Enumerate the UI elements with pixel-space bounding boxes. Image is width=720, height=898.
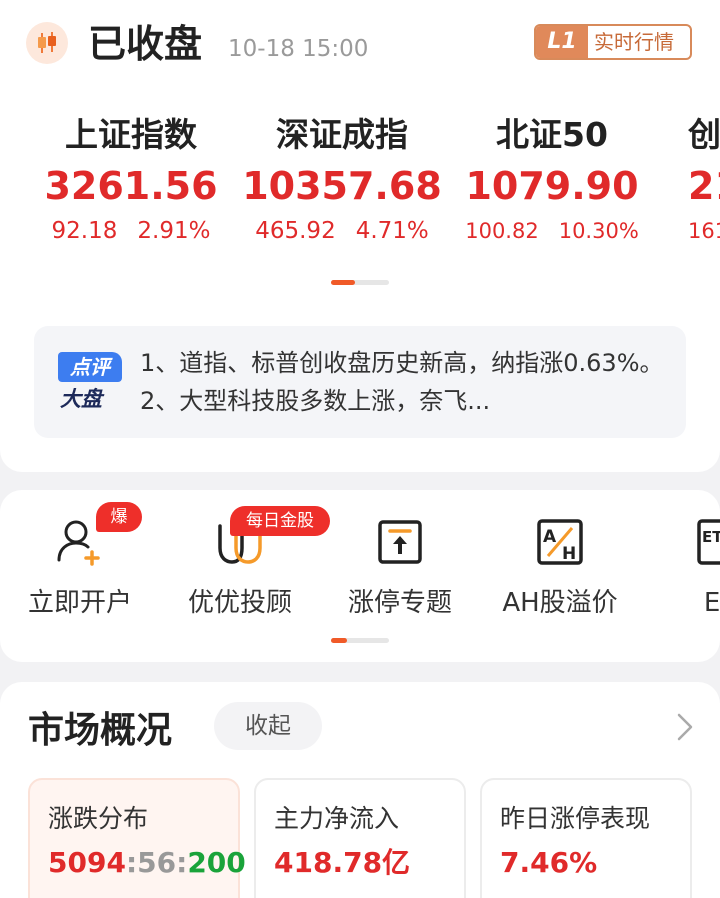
index-card-shanghai[interactable]: 上证指数 3261.56 92.18 2.91%: [26, 112, 236, 246]
main-inflow-value: 418.78亿: [274, 846, 411, 879]
limit-up-performance-value: 7.46%: [500, 846, 598, 879]
shortcut-open-account[interactable]: 爆 立即开户: [0, 490, 160, 662]
shortcut-label: AH股溢价: [502, 588, 618, 618]
stat-title: 主力净流入: [274, 804, 400, 833]
index-pager: [331, 280, 389, 285]
ah-premium-icon: A H: [534, 516, 586, 568]
svg-text:A: A: [543, 527, 557, 547]
comment-text: 1、道指、标普创收盘历史新高，纳指涨0.63%。2、大型科技股多数上涨，奈飞..…: [140, 349, 664, 415]
stat-main-inflow[interactable]: 主力净流入 418.78亿: [254, 778, 466, 898]
daily-stock-tag: 每日金股: [230, 506, 330, 536]
shortcut-label: 立即开户: [27, 588, 132, 618]
stat-limit-up-performance[interactable]: 昨日涨停表现 7.46%: [480, 778, 692, 898]
index-card-shenzhen[interactable]: 深证成指 10357.68 465.92 4.71%: [237, 112, 447, 246]
market-overview-card: 市场概况 收起 涨跌分布 5094:56:200 主力净流入 418.78亿 昨…: [0, 682, 720, 898]
market-overview-title: 市场概况: [28, 710, 173, 751]
header: 已收盘 10-18 15:00 L1 实时行情: [0, 0, 720, 92]
shortcut-label: ET: [703, 588, 720, 618]
shortcut-label: 涨停专题: [347, 588, 452, 618]
index-name: 创: [688, 115, 720, 154]
index-change: 161: [688, 219, 720, 243]
index-card-bse50[interactable]: 北证50 1079.90 100.82 10.30%: [447, 112, 657, 246]
index-card-chinext[interactable]: 创 21 161: [658, 112, 720, 246]
index-price: 10357.68: [242, 164, 442, 208]
hot-tag: 爆: [96, 502, 142, 532]
stat-advance-decline[interactable]: 涨跌分布 5094:56:200: [28, 778, 246, 898]
svg-text:H: H: [562, 544, 576, 564]
index-name: 北证50: [496, 115, 608, 154]
comment-badge: 点评 大盘: [58, 352, 124, 414]
svg-text:ET: ET: [702, 528, 720, 546]
shortcut-advisor[interactable]: 每日金股 优优投顾: [160, 490, 330, 662]
l1-label: L1: [536, 26, 588, 58]
index-price: 3261.56: [44, 164, 218, 208]
etf-icon: ET: [694, 516, 720, 568]
stat-title: 昨日涨停表现: [500, 804, 651, 833]
index-change: 100.82 10.30%: [465, 219, 639, 243]
realtime-quote-badge[interactable]: L1 实时行情: [534, 24, 692, 60]
chevron-right-icon[interactable]: [676, 712, 694, 746]
index-name: 上证指数: [65, 115, 197, 154]
shortcut-pager: [331, 638, 389, 643]
shortcut-etf[interactable]: ET ET: [640, 490, 720, 662]
collapse-button[interactable]: 收起: [214, 702, 322, 750]
market-status: 已收盘: [88, 22, 203, 66]
advance-decline-value: 5094:56:200: [48, 846, 246, 879]
index-change: 92.18 2.91%: [51, 218, 211, 244]
candlestick-logo-icon: [26, 22, 68, 64]
index-name: 深证成指: [276, 115, 408, 154]
index-change: 465.92 4.71%: [255, 218, 429, 244]
market-time: 10-18 15:00: [228, 36, 369, 62]
index-price: 1079.90: [465, 164, 639, 208]
index-price: 21: [688, 164, 720, 208]
market-comment[interactable]: 点评 大盘 1、道指、标普创收盘历史新高，纳指涨0.63%。2、大型科技股多数上…: [34, 326, 686, 438]
limit-up-icon: [374, 516, 426, 568]
realtime-label: 实时行情: [594, 30, 674, 54]
shortcut-limit-up[interactable]: 涨停专题: [320, 490, 480, 662]
shortcut-bar: 爆 立即开户 每日金股 优优投顾 涨停专题 A H AH股溢价 ET E: [0, 490, 720, 662]
market-summary-card: 已收盘 10-18 15:00 L1 实时行情 上证指数 3261.56 92.…: [0, 0, 720, 472]
stat-title: 涨跌分布: [48, 804, 149, 833]
shortcut-ah-premium[interactable]: A H AH股溢价: [480, 490, 640, 662]
shortcut-label: 优优投顾: [187, 588, 292, 618]
